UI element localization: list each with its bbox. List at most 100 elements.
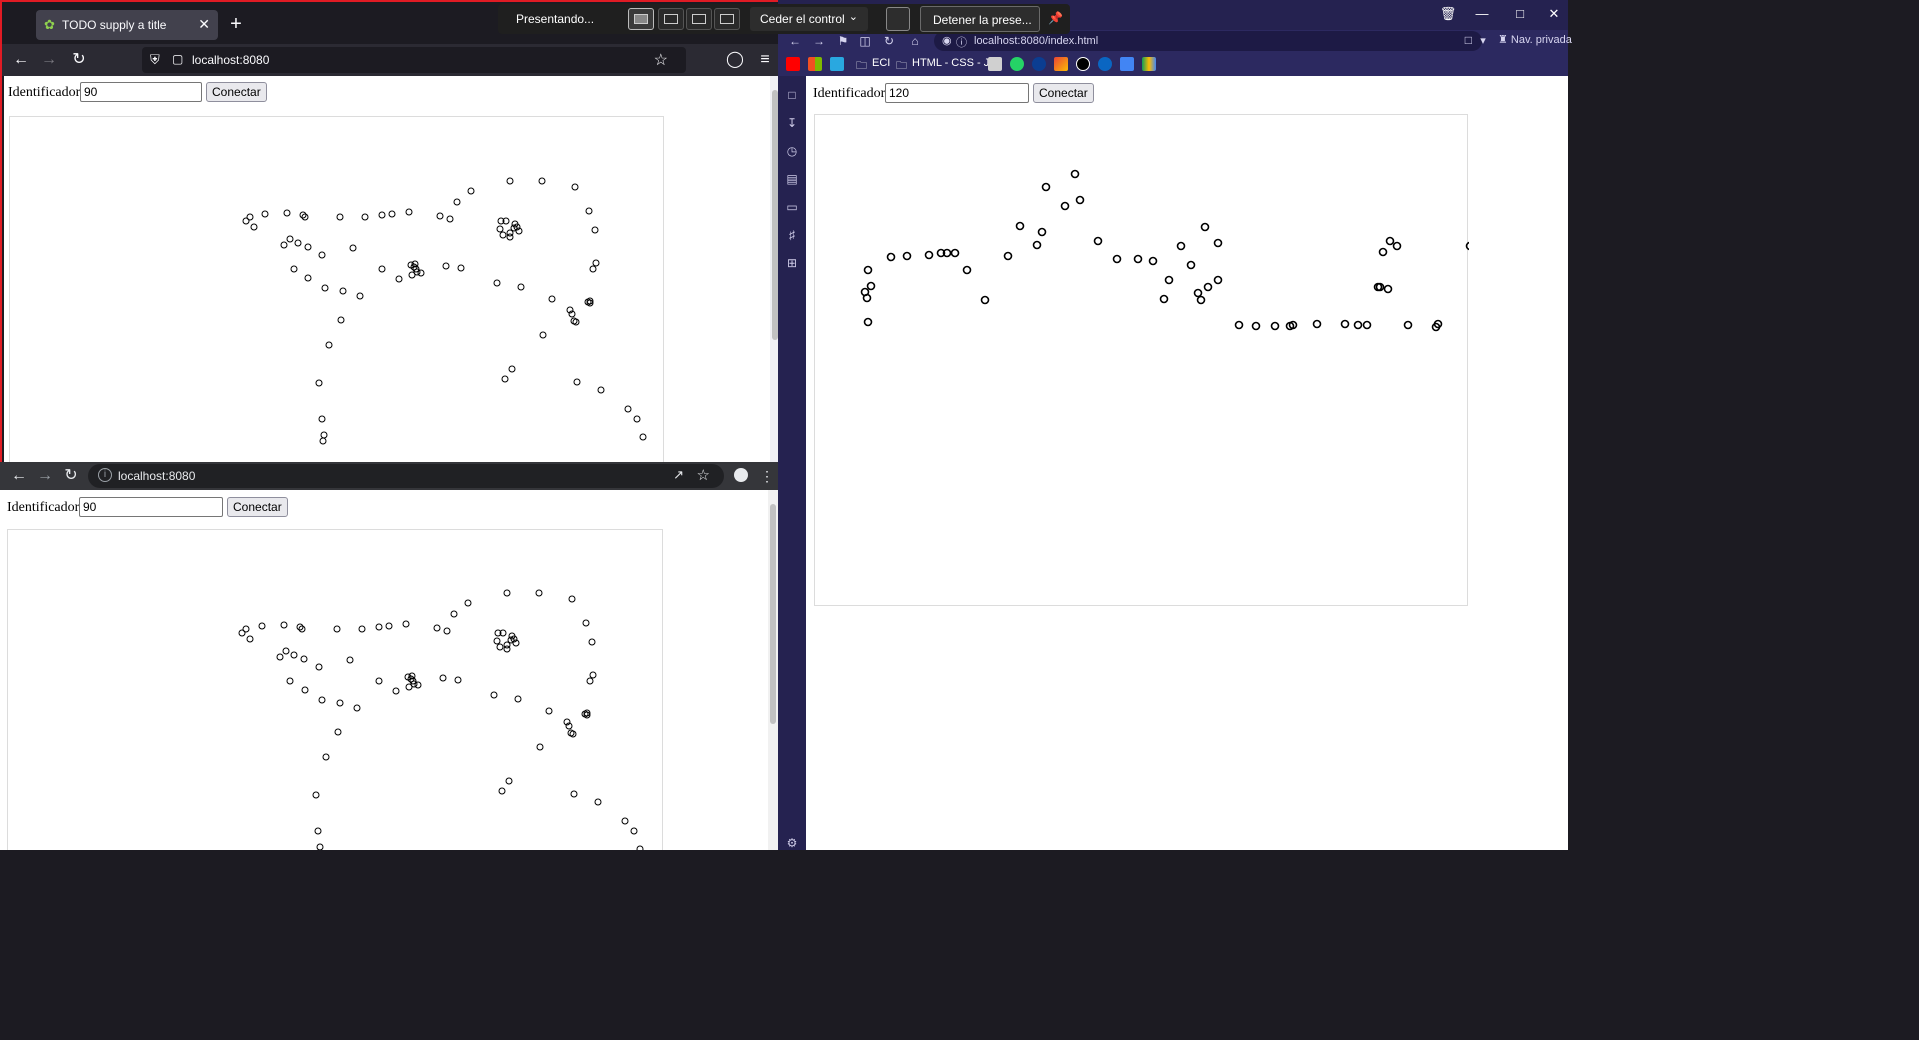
whatsapp-icon[interactable] <box>1010 57 1024 71</box>
back-icon[interactable]: ← <box>10 49 32 71</box>
chrome-address-bar[interactable]: i localhost:8080 ↗ ☆ <box>88 464 724 488</box>
teams-icon[interactable] <box>830 57 844 71</box>
favorites-icon[interactable]: □ <box>785 88 799 102</box>
settings-icon[interactable]: ⚙ <box>785 836 799 850</box>
card-icon[interactable] <box>1120 57 1134 71</box>
tracking-icon[interactable]: ◉ <box>942 34 952 47</box>
identifier-input[interactable]: 90 <box>80 82 202 102</box>
site-info-icon[interactable]: i <box>98 468 112 482</box>
private-badge[interactable]: ♜ Nav. privada <box>1498 33 1572 46</box>
minimize-icon[interactable]: — <box>1468 4 1496 24</box>
data-point <box>585 207 593 215</box>
microsoft-icon[interactable] <box>808 57 822 71</box>
data-point <box>624 405 632 413</box>
favorite-folder-eci[interactable]: ECI <box>872 57 890 69</box>
trash-icon[interactable]: 🗑 <box>1434 4 1462 24</box>
data-point <box>902 251 912 261</box>
file-icon[interactable] <box>988 57 1002 71</box>
maximize-icon[interactable]: □ <box>1506 4 1534 24</box>
spring-leaf-icon: ✿ <box>44 17 55 32</box>
new-tab-button[interactable]: + <box>226 12 246 36</box>
favorite-folder-html[interactable]: HTML - CSS - JS <box>912 57 997 69</box>
bookmark-star-icon[interactable]: ☆ <box>697 466 710 484</box>
layout-pip-icon[interactable] <box>658 8 684 30</box>
c-icon[interactable] <box>1098 57 1112 71</box>
edge-url-text: localhost:8080/index.html <box>974 35 1099 47</box>
pocket-icon[interactable]: ◯ <box>724 49 746 71</box>
data-point <box>1213 275 1223 285</box>
points-plot[interactable] <box>815 115 1469 607</box>
shield-icon[interactable]: ⛨ <box>150 52 164 68</box>
data-point <box>246 635 254 643</box>
close-tab-icon[interactable]: ✕ <box>198 16 210 33</box>
data-point <box>283 209 291 217</box>
reload-icon[interactable]: ↻ <box>68 49 90 71</box>
identifier-input[interactable]: 120 <box>885 83 1029 103</box>
data-point <box>1392 241 1402 251</box>
dropdown-icon[interactable]: ▾ <box>1472 30 1494 52</box>
layout-full-icon[interactable] <box>628 8 654 30</box>
translate-icon[interactable]: ♯ <box>785 228 799 242</box>
data-point <box>501 375 509 383</box>
stop-presenting-button[interactable]: Detener la prese... <box>920 6 1040 32</box>
data-point <box>349 244 357 252</box>
forward-icon[interactable]: → <box>34 465 56 487</box>
back-icon[interactable]: ← <box>8 465 30 487</box>
identifier-input[interactable]: 90 <box>79 497 223 517</box>
data-point <box>1015 221 1025 231</box>
data-point <box>318 415 326 423</box>
layout-corner-icon[interactable] <box>714 8 740 30</box>
connect-button[interactable]: Conectar <box>1033 83 1094 103</box>
drawing-canvas[interactable] <box>9 116 664 464</box>
gmail-icon[interactable] <box>1054 57 1068 71</box>
edge-address-bar[interactable]: ◉ ⓘ localhost:8080/index.html □ <box>934 31 1482 51</box>
edge-sidebar: □ ↧ ◷ ▤ ▭ ♯ ⊞ ⚙ <box>778 76 806 850</box>
profile-avatar-icon[interactable] <box>734 468 748 482</box>
data-point <box>1032 240 1042 250</box>
chrome-scrollbar[interactable] <box>768 490 778 850</box>
globe-icon[interactable] <box>1032 57 1046 71</box>
firefox-address-bar[interactable]: ⛨ ▢ localhost:8080 ☆ <box>142 47 686 73</box>
data-point <box>1186 260 1196 270</box>
add-icon[interactable]: ⊞ <box>785 256 799 270</box>
identifier-label: Identificador: <box>813 86 890 101</box>
give-control-dropdown[interactable]: Ceder el control ⌄ <box>750 7 868 31</box>
points-plot[interactable] <box>8 530 664 850</box>
close-icon[interactable]: ✕ <box>1540 4 1568 24</box>
data-point <box>315 663 323 671</box>
firefox-tab[interactable]: ✿ TODO supply a title ✕ <box>36 10 218 40</box>
connect-button[interactable]: Conectar <box>206 82 267 102</box>
cast-screen-icon[interactable] <box>886 7 910 31</box>
history-icon[interactable]: ◷ <box>785 144 799 158</box>
page-info-icon[interactable]: ▢ <box>172 52 183 66</box>
site-info-icon[interactable]: ⓘ <box>956 34 967 50</box>
menu-icon[interactable]: ≡ <box>754 49 776 71</box>
app-icon[interactable] <box>1076 57 1090 71</box>
share-icon[interactable]: ↗ <box>673 467 684 483</box>
bookmark-star-icon[interactable]: ☆ <box>654 50 668 70</box>
youtube-icon[interactable] <box>786 57 800 71</box>
data-point <box>286 677 294 685</box>
data-point <box>320 431 328 439</box>
wallet-icon[interactable]: ▭ <box>785 200 799 214</box>
kebab-menu-icon[interactable]: ⋮ <box>760 466 774 486</box>
chevron-down-icon: ⌄ <box>848 11 858 23</box>
firefox-url-text: localhost:8080 <box>192 53 270 67</box>
scrollbar-thumb[interactable] <box>770 504 776 724</box>
forward-icon[interactable]: → <box>38 49 60 71</box>
download-icon[interactable]: ↧ <box>785 116 799 130</box>
reload-icon[interactable]: ↻ <box>60 465 82 487</box>
drive-icon[interactable] <box>1142 57 1156 71</box>
drawing-canvas[interactable] <box>7 529 663 850</box>
layout-side-icon[interactable] <box>686 8 712 30</box>
data-point <box>1234 320 1244 330</box>
connect-button[interactable]: Conectar <box>227 497 288 517</box>
firefox-page: Identificador: 90 Conectar <box>4 76 770 464</box>
bookmark-icon[interactable]: □ <box>1465 33 1472 47</box>
data-point <box>258 622 266 630</box>
collections-icon[interactable]: ▤ <box>785 172 799 186</box>
drawing-canvas[interactable] <box>814 114 1469 607</box>
points-plot[interactable] <box>10 117 665 464</box>
data-point <box>490 691 498 699</box>
pin-icon[interactable]: 📌 <box>1048 11 1063 27</box>
